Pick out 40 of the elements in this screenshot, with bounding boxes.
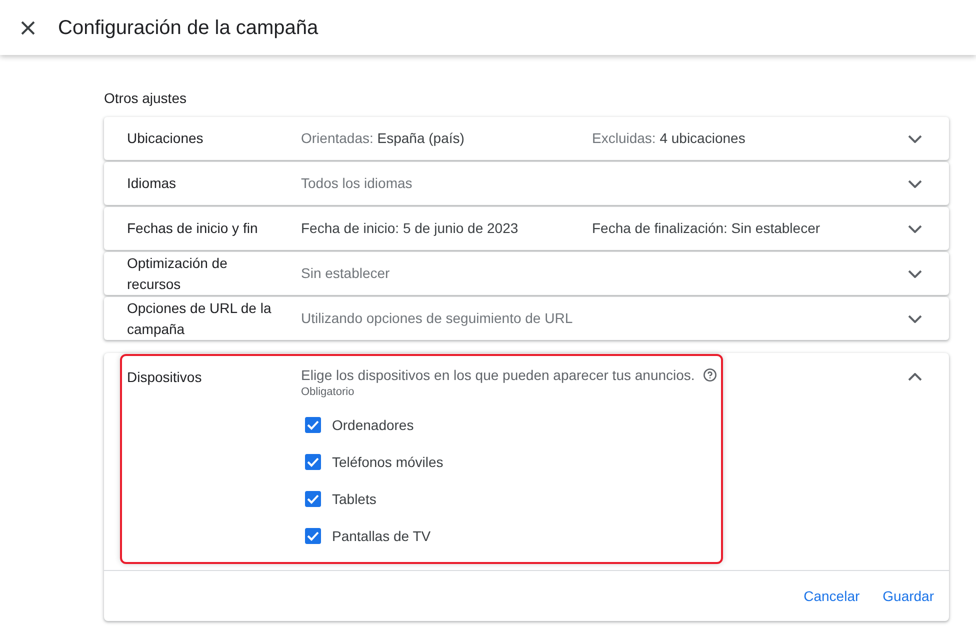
required-note: Obligatorio [301,385,354,399]
chevron-down-icon[interactable] [908,224,922,232]
devices-description: Elige los dispositivos en los que pueden aparecer tus anuncios. [301,366,695,385]
text-button[interactable]: Guardar [874,579,942,613]
page-title: Configuración de la campaña [58,16,318,40]
settings-row[interactable]: Optimización de recursos Sin establecer [104,252,949,295]
settings-row[interactable]: Idiomas Todos los idiomas [104,162,949,205]
setting-label: Ubicaciones [127,129,204,148]
checkbox[interactable] [305,490,321,506]
setting-summary: Orientadas: España (país) [301,130,464,146]
setting-label: Optimización de recursos [127,254,228,294]
checkbox-label: Ordenadores [332,416,414,434]
setting-summary: Excluidas: 4 ubicaciones [592,130,746,146]
checkbox-label: Pantallas de TV [332,526,431,546]
setting-summary: Todos los idiomas [301,174,412,190]
checkbox[interactable] [305,416,321,432]
setting-summary: Fecha de inicio: 5 de junio de 2023 [301,220,518,236]
setting-label: Opciones de URL de la campaña [127,298,272,339]
checkbox[interactable] [305,454,321,470]
checkbox-label: Tablets [332,490,376,508]
section-title: Otros ajustes [104,89,186,108]
settings-row[interactable]: Ubicaciones Orientadas: España (país) Excluidas: 4 ubicaciones [104,117,949,160]
settings-row[interactable]: Fechas de inicio y fin Fecha de inicio: 5 de junio de 2023 Fecha de finalización: Sin establecer [104,207,949,250]
setting-summary: Sin establecer [301,264,390,280]
chevron-down-icon[interactable] [908,270,922,278]
close-icon[interactable] [21,20,35,34]
help-icon[interactable] [702,368,717,382]
settings-row[interactable]: Opciones de URL de la campaña Utilizando opciones de seguimiento de URL [104,297,949,340]
setting-summary: Fecha de finalización: Sin establecer [592,220,820,236]
setting-summary: Utilizando opciones de seguimiento de URL [301,310,573,326]
chevron-down-icon[interactable] [908,134,922,142]
chevron-down-icon[interactable] [908,314,922,322]
setting-label: Idiomas [127,174,178,193]
setting-label: Fechas de inicio y fin [127,219,259,238]
checkbox[interactable] [305,528,321,544]
chevron-down-icon[interactable] [908,180,922,188]
checkbox-label: Teléfonos móviles [332,452,444,472]
text-button[interactable]: Cancelar [796,579,868,613]
setting-label: Dispositivos [127,368,203,387]
chevron-up-icon[interactable] [908,373,922,381]
